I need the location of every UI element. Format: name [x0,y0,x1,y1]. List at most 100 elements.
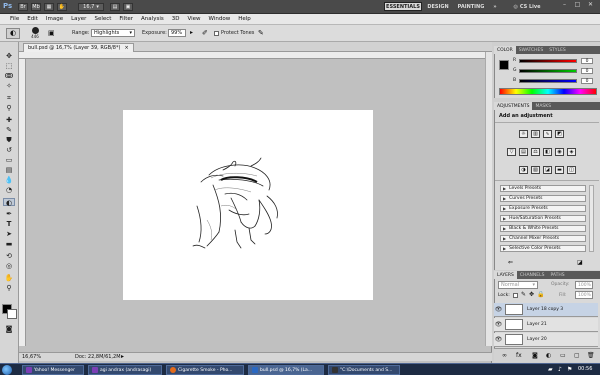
vertical-scrollbar[interactable] [485,52,492,346]
document-canvas[interactable] [123,110,373,300]
bridge-button[interactable]: Br [18,3,28,11]
protect-tones-checkbox[interactable] [214,31,219,36]
tab-masks[interactable]: MASKS [532,102,554,110]
background-color-swatch[interactable] [7,309,17,319]
black-white-icon[interactable]: ◧ [543,148,552,156]
workspace-design[interactable]: DESIGN [426,2,450,11]
zoom-level-dropdown[interactable]: 16,7 ▾ [78,3,104,11]
tool-preset-picker[interactable]: ◐ [6,28,20,39]
add-mask-icon[interactable]: ◙ [532,352,538,359]
type-tool-icon[interactable]: T [3,220,15,228]
hue-saturation-icon[interactable]: ▤ [519,148,528,156]
presets-scrollbar[interactable] [589,185,594,252]
marquee-tool-icon[interactable]: ⬚ [3,62,15,70]
eyedropper-tool-icon[interactable]: ⚲ [3,104,15,112]
airbrush-icon[interactable]: ✐ [202,29,208,37]
cs-live-button[interactable]: ◎ CS Live [510,2,544,11]
dodge-tool-icon[interactable]: ◔ [3,186,15,194]
delete-layer-icon[interactable]: 🗑 [587,352,595,359]
color-g-slider[interactable] [519,69,577,73]
rectangle-tool-icon[interactable]: ▬ [3,240,15,248]
maximize-button[interactable]: □ [572,1,583,11]
history-brush-tool-icon[interactable]: ↺ [3,146,15,154]
color-ramp[interactable] [499,88,597,95]
taskbar-item[interactable]: agi andrax (andrasagi) [88,365,162,375]
range-dropdown[interactable]: Highlights ▾ [91,29,135,37]
healing-brush-tool-icon[interactable]: ✚ [3,116,15,124]
new-adjustment-layer-icon[interactable]: ◐ [546,352,551,359]
minimize-button[interactable]: – [559,1,570,11]
levels-icon[interactable]: ▥ [531,130,540,138]
arrange-documents-icon[interactable]: ▤ [110,3,120,11]
eraser-tool-icon[interactable]: ▭ [3,156,15,164]
preset-exposure[interactable]: ▶ Exposure Presets [500,205,586,212]
hand-tool-icon[interactable]: ✋ [3,274,15,282]
gradient-tool-icon[interactable]: ▤ [3,166,15,174]
quick-selection-tool-icon[interactable]: ✧ [3,82,15,90]
taskbar-item[interactable]: Cigarette Smoke - Pho... [166,365,244,375]
menu-layer[interactable]: Layer [71,16,86,22]
start-button[interactable] [2,365,12,375]
pressure-size-icon[interactable]: ✎ [258,29,264,37]
fill-input[interactable]: 100% [575,291,593,299]
view-extras-icon[interactable]: ▦ [44,3,54,11]
visibility-eye-icon[interactable]: 👁 [494,321,503,328]
posterize-icon[interactable]: ▧ [531,166,540,174]
status-zoom-value[interactable]: 16,67% [22,354,41,360]
layer-row[interactable]: 👁 Layer 21 [494,318,598,332]
taskbar-clock[interactable]: 00:56 [578,366,592,372]
selective-color-icon[interactable]: ◫ [567,166,576,174]
vibrance-icon[interactable]: ▽ [507,148,516,156]
lock-transparency-icon[interactable] [513,293,518,298]
status-menu-arrow-icon[interactable]: ▸ [121,353,124,360]
color-r-slider[interactable] [519,59,577,63]
menu-file[interactable]: File [10,16,19,22]
screen-mode-icon[interactable]: ▣ [123,3,133,11]
color-balance-icon[interactable]: ⚖ [531,148,540,156]
document-tab[interactable]: bull.psd @ 16,7% (Layer 39, RGB/8*) × [23,43,134,52]
color-b-value[interactable]: 0 [581,78,593,84]
preset-channel-mixer[interactable]: ▶ Channel Mixer Presets [500,235,586,242]
preset-selective-color[interactable]: ▶ Selective Color Presets [500,245,586,252]
tab-styles[interactable]: STYLES [546,46,569,54]
taskbar-item[interactable]: Yahoo! Messenger [22,365,84,375]
tab-color[interactable]: COLOR [494,46,516,54]
channel-mixer-icon[interactable]: ◈ [567,148,576,156]
clone-stamp-tool-icon[interactable]: ⛊ [3,136,15,144]
3d-rotate-tool-icon[interactable]: ⟲ [3,252,15,260]
path-selection-tool-icon[interactable]: ➤ [3,230,15,238]
link-layers-icon[interactable]: ∞ [502,352,507,359]
return-to-list-icon[interactable]: ⇐ [508,259,513,266]
tab-paths[interactable]: PATHS [547,271,567,279]
quick-mask-icon[interactable]: ◙ [3,325,15,333]
tab-channels[interactable]: CHANNELS [517,271,548,279]
brush-tool-icon[interactable]: ✎ [3,126,15,134]
tray-flag-icon[interactable]: ⚑ [567,366,572,373]
layer-row[interactable]: 👁 Layer 20 [494,333,598,347]
pen-tool-icon[interactable]: ✒ [3,210,15,218]
brightness-contrast-icon[interactable]: ☼ [519,130,528,138]
layer-style-icon[interactable]: fx [516,352,522,359]
close-tab-icon[interactable]: × [124,45,128,51]
3d-orbit-tool-icon[interactable]: ◎ [3,262,15,270]
workspace-more-button[interactable]: » [490,2,500,11]
blend-mode-dropdown[interactable]: Normal ▾ [498,281,538,289]
tab-swatches[interactable]: SWATCHES [516,46,547,54]
opacity-input[interactable]: 100% [575,281,593,289]
zoom-tool-icon[interactable]: ⚲ [3,284,15,292]
layer-row[interactable]: 👁 Layer 18 copy 3 [494,303,598,317]
visibility-eye-icon[interactable]: 👁 [494,306,503,313]
adjustment-clip-icon[interactable]: ◪ [577,259,583,266]
lock-position-icon[interactable]: ✥ [529,291,534,298]
lock-pixels-icon[interactable]: ✎ [521,291,526,298]
taskbar-item[interactable]: bull.psd @ 16,7% (La... [248,365,324,375]
threshold-icon[interactable]: ◪ [543,166,552,174]
photo-filter-icon[interactable]: ◉ [555,148,564,156]
minibridge-button[interactable]: Mb [31,3,41,11]
visibility-eye-icon[interactable]: 👁 [494,336,503,343]
menu-window[interactable]: Window [209,16,231,22]
curves-icon[interactable]: ∿ [543,130,552,138]
crop-tool-icon[interactable]: ⌗ [3,94,15,102]
tray-network-icon[interactable]: ▰ [548,366,553,373]
toggle-brush-panel-icon[interactable]: ▣ [48,29,58,38]
